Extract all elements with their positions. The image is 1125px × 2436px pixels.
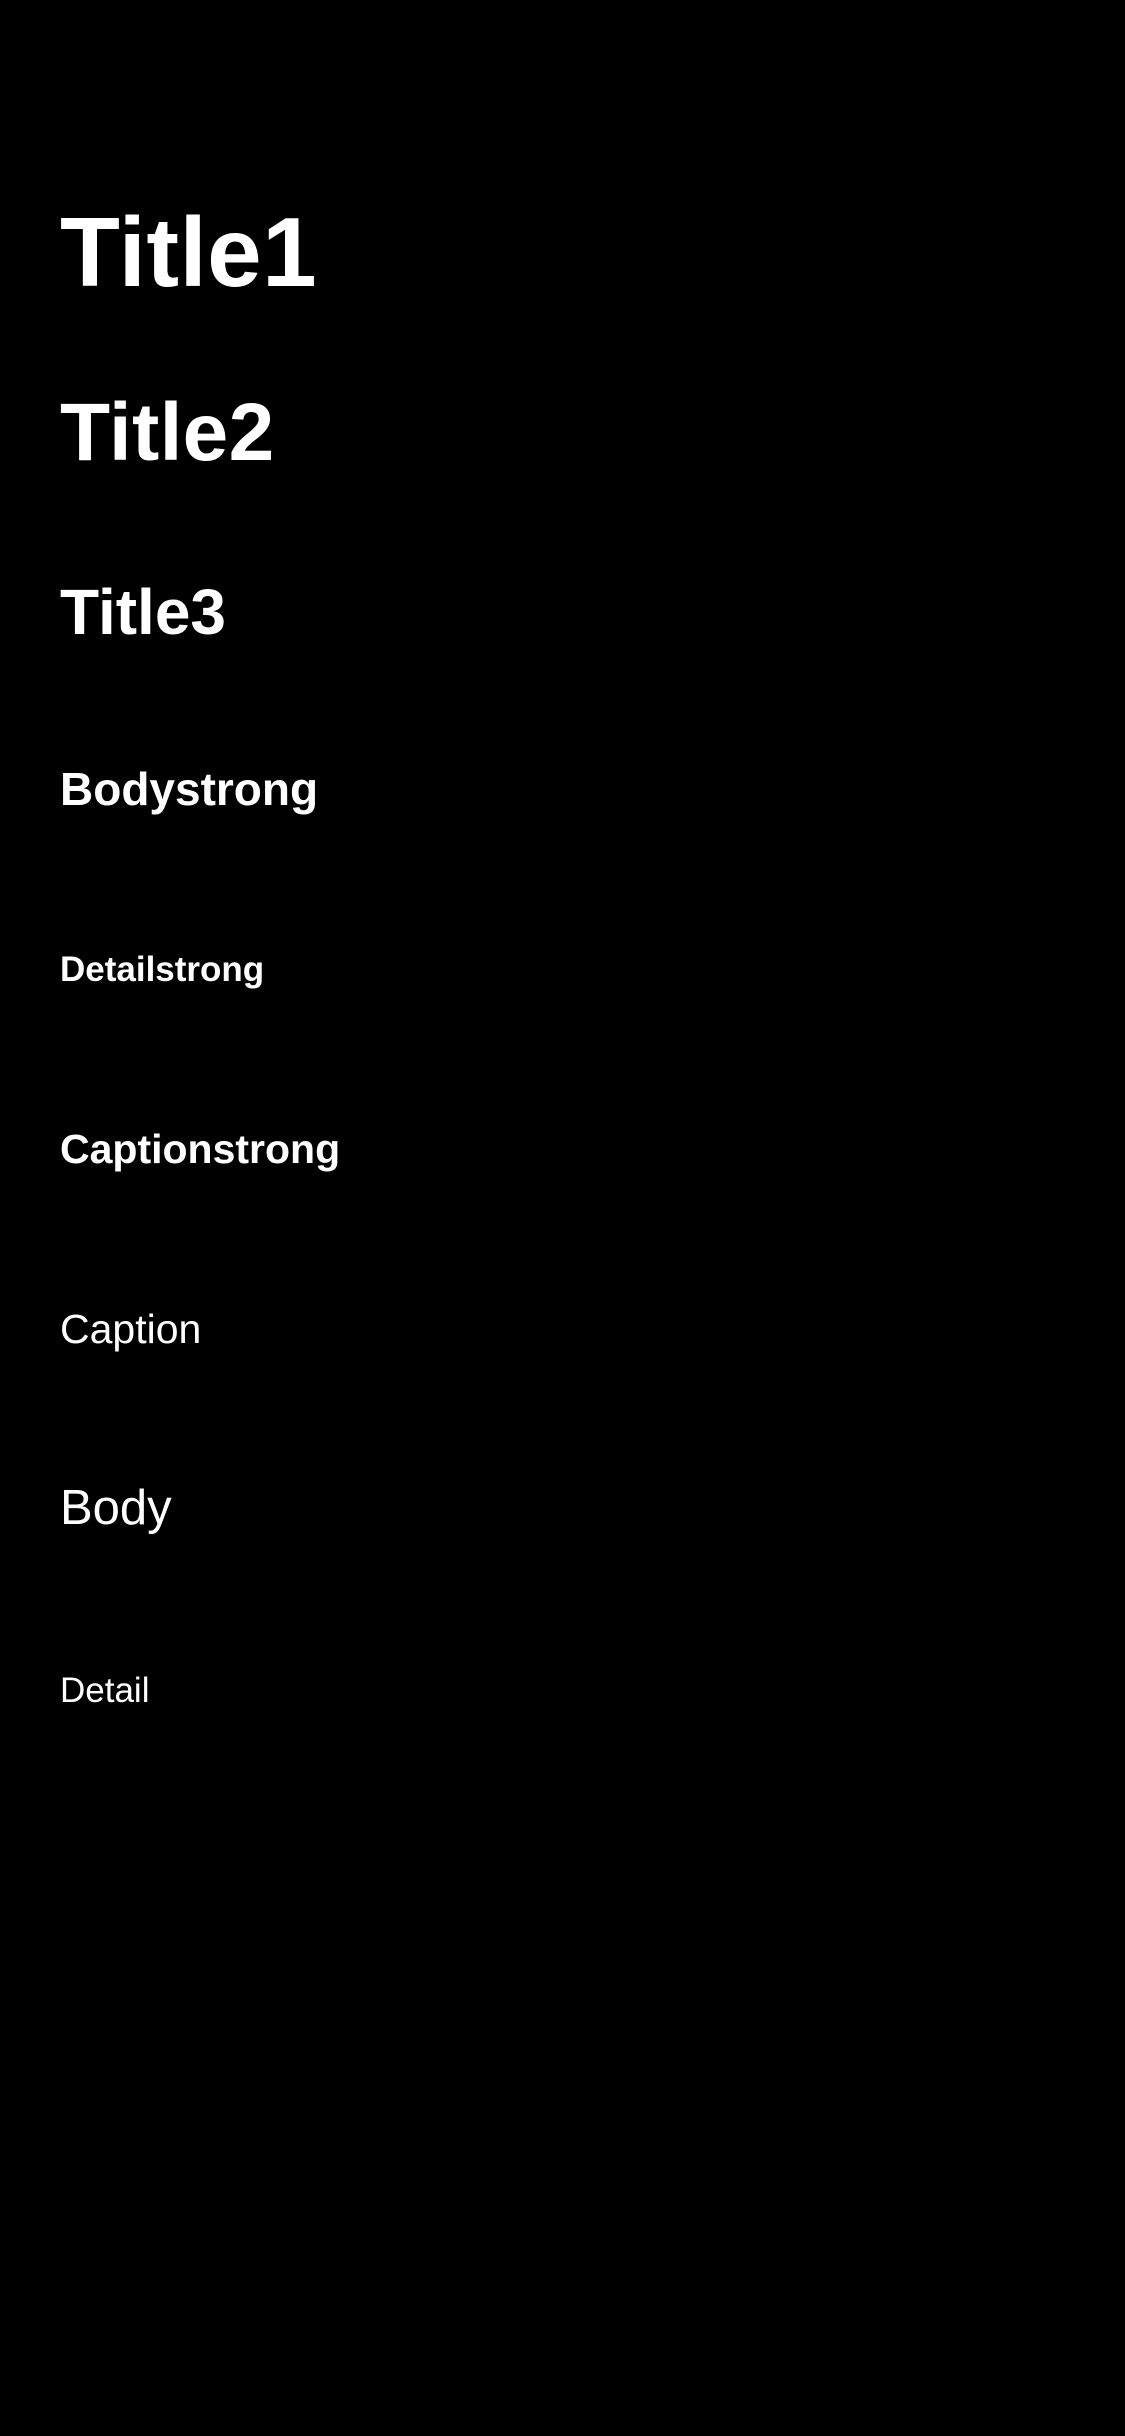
body-sample: Body — [60, 1481, 172, 1535]
bodystrong-sample: Bodystrong — [60, 763, 319, 815]
captionstrong-sample: Captionstrong — [60, 1126, 341, 1172]
detailstrong-sample: Detailstrong — [60, 950, 265, 989]
typography-screen: Title1 Title2 Title3 Bodystrong Detailst… — [0, 0, 1125, 2436]
title1-sample: Title1 — [60, 197, 318, 307]
title3-sample: Title3 — [60, 576, 226, 648]
title2-sample: Title2 — [60, 387, 275, 478]
caption-sample: Caption — [60, 1306, 202, 1352]
detail-sample: Detail — [60, 1671, 150, 1710]
